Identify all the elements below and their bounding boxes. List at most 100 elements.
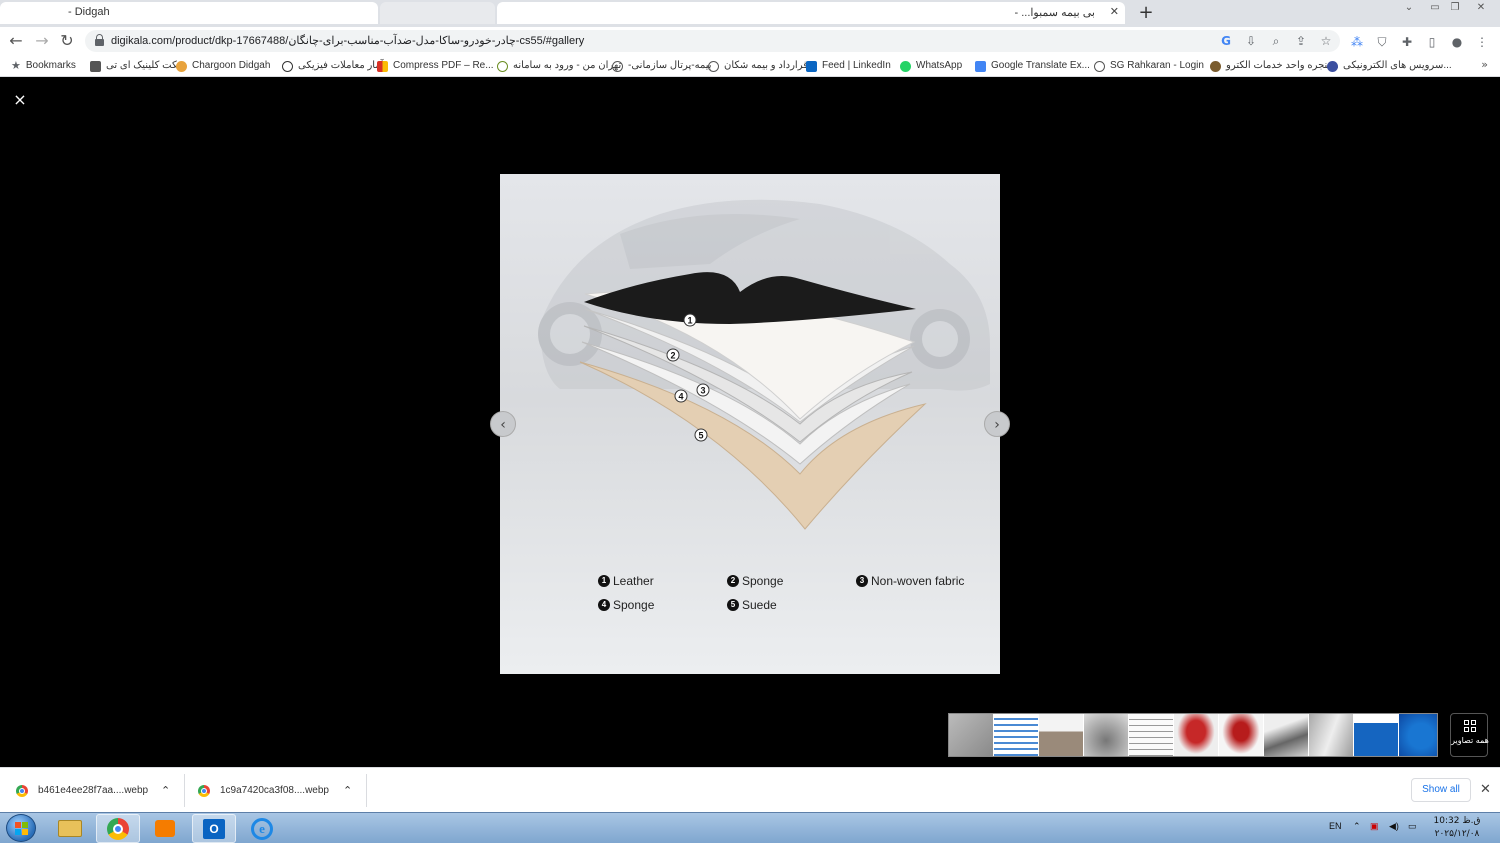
divider bbox=[184, 774, 185, 807]
bookmark-item[interactable]: آمار معاملات فیزیکی bbox=[282, 58, 384, 74]
back-button[interactable]: ← bbox=[6, 31, 26, 51]
thumbnail[interactable] bbox=[1309, 714, 1353, 756]
thumbnail[interactable] bbox=[1354, 714, 1398, 756]
system-clock[interactable]: 10:32 ق.ظ ۲۰۲۵/۱۲/۰۸ bbox=[1428, 815, 1486, 841]
address-bar[interactable]: digikala.com/product/dkp-17667488/چادر-خ… bbox=[85, 30, 1340, 52]
layer-marker-4: 4 bbox=[678, 392, 683, 402]
display-icon[interactable]: ▭ bbox=[1408, 821, 1417, 832]
outlook-icon: O bbox=[203, 819, 225, 839]
share-icon[interactable]: ⇪ bbox=[1293, 33, 1309, 49]
grid-icon bbox=[1464, 720, 1476, 732]
volume-icon[interactable]: ◀) bbox=[1389, 821, 1399, 832]
gallery-next-button[interactable]: › bbox=[984, 411, 1010, 437]
tab-active[interactable]: - ...بی بیمه سمبوا ✕ bbox=[497, 2, 1125, 24]
bookmarks-bar: ★ Bookmarks تیکت کلینیک ای تی Chargoon Di… bbox=[0, 55, 1500, 77]
network-icon[interactable]: ▣ bbox=[1370, 821, 1379, 832]
circle-icon bbox=[282, 60, 293, 72]
bookmark-item[interactable]: Compress PDF – Re... bbox=[377, 58, 494, 74]
install-icon[interactable]: ⇩ bbox=[1243, 33, 1259, 49]
google-lens-icon[interactable]: G bbox=[1218, 33, 1234, 49]
bookmark-item[interactable]: پنجره واحد خدمات الکترو... bbox=[1210, 58, 1339, 74]
download-item[interactable]: 1c9a7420ca3f08....webp ⌃ bbox=[198, 768, 358, 813]
taskbar-internet-explorer[interactable]: e bbox=[240, 814, 284, 843]
internet-explorer-icon: e bbox=[251, 818, 273, 840]
tray-expand-icon[interactable]: ⌃ bbox=[1353, 821, 1361, 832]
language-indicator[interactable]: EN bbox=[1329, 821, 1342, 831]
thumbnail[interactable] bbox=[1174, 714, 1218, 756]
download-item[interactable]: b461e4ee28f7aa....webp ⌃ bbox=[16, 768, 176, 813]
lock-icon[interactable] bbox=[95, 34, 104, 46]
bookmark-item[interactable]: تیکت کلینیک ای تی bbox=[90, 58, 183, 74]
tab-strip: - Didgah - ...بی بیمه سمبوا ✕ + ⌄ ▭ ❐ ✕ bbox=[0, 0, 1500, 27]
taskbar-outlook[interactable]: O bbox=[192, 814, 236, 843]
taskbar-media-player[interactable] bbox=[144, 814, 188, 843]
bookmark-item[interactable]: -بیمه-پرتال سازمانی bbox=[612, 58, 712, 74]
profile-avatar-icon[interactable]: ● bbox=[1449, 34, 1465, 50]
thumbnail[interactable] bbox=[1399, 714, 1437, 756]
tab-didgah[interactable]: - Didgah bbox=[0, 2, 378, 24]
thumbnail[interactable] bbox=[949, 714, 993, 756]
chevron-up-icon[interactable]: ⌃ bbox=[161, 784, 170, 797]
gallery-prev-button[interactable]: ‹ bbox=[490, 411, 516, 437]
tab-2[interactable] bbox=[380, 2, 495, 24]
forward-button[interactable]: → bbox=[32, 31, 52, 51]
taskbar-explorer[interactable] bbox=[48, 814, 92, 843]
shield-extension-icon[interactable]: ⛉ bbox=[1374, 34, 1390, 50]
legend-item: 1 Leather bbox=[598, 574, 654, 588]
gear-icon bbox=[497, 60, 508, 72]
bookmark-item[interactable]: سرویس های الکترونیکی... bbox=[1327, 58, 1452, 74]
windows-taskbar: O e EN ⌃ ▣ ◀) ▭ 10:32 ق.ظ ۲۰۲۵/۱۲/۰۸ bbox=[0, 812, 1500, 843]
chevron-up-icon[interactable]: ⌃ bbox=[343, 784, 352, 797]
minimize-icon[interactable]: ▭ bbox=[1424, 1, 1446, 15]
thumbnail[interactable] bbox=[994, 714, 1038, 756]
show-all-button[interactable]: Show all bbox=[1411, 778, 1471, 802]
menu-kebab-icon[interactable]: ⋮ bbox=[1474, 34, 1490, 50]
side-panel-icon[interactable]: ▯ bbox=[1424, 34, 1440, 50]
all-images-button[interactable]: همه تصاویر bbox=[1450, 713, 1489, 757]
thumbnail[interactable] bbox=[1129, 714, 1173, 756]
star-icon: ★ bbox=[11, 60, 21, 72]
legend-item: 2 Sponge bbox=[727, 574, 783, 588]
taskbar-chrome[interactable] bbox=[96, 814, 140, 843]
bookmark-item[interactable]: تهران من - ورود به سامانه bbox=[497, 58, 621, 74]
bookmark-item[interactable]: ★ Bookmarks bbox=[11, 58, 76, 74]
browser-toolbar: ← → ↻ digikala.com/product/dkp-17667488/… bbox=[0, 27, 1500, 55]
thumbnail[interactable] bbox=[1219, 714, 1263, 756]
bookmark-star-icon[interactable]: ☆ bbox=[1318, 33, 1334, 49]
reload-button[interactable]: ↻ bbox=[57, 31, 77, 51]
legend-item: 4 Sponge bbox=[598, 598, 654, 612]
restore-icon[interactable]: ❐ bbox=[1444, 1, 1466, 15]
gallery-close-icon[interactable]: × bbox=[12, 92, 28, 108]
globe-icon bbox=[612, 60, 623, 72]
extensions-puzzle-icon[interactable]: ✚ bbox=[1399, 34, 1415, 50]
tab-close-icon[interactable]: ✕ bbox=[1110, 5, 1119, 18]
windows-logo-icon bbox=[15, 822, 28, 835]
start-button[interactable] bbox=[6, 814, 36, 842]
emblem-icon bbox=[1327, 60, 1338, 72]
bookmark-item[interactable]: Google Translate Ex... bbox=[975, 58, 1090, 74]
layer-marker-3: 3 bbox=[700, 386, 705, 396]
downloads-bar: b461e4ee28f7aa....webp ⌃ 1c9a7420ca3f08.… bbox=[0, 767, 1500, 812]
legend-item: 5 Suede bbox=[727, 598, 777, 612]
folder-icon bbox=[58, 820, 82, 837]
downloads-close-icon[interactable]: ✕ bbox=[1480, 782, 1491, 797]
thumbnail[interactable] bbox=[1039, 714, 1083, 756]
thumbnail[interactable] bbox=[1084, 714, 1128, 756]
thumbnail[interactable] bbox=[1264, 714, 1308, 756]
layer-marker-2: 2 bbox=[670, 351, 675, 361]
layer-marker-5: 5 bbox=[698, 431, 703, 441]
window-close-icon[interactable]: ✕ bbox=[1470, 1, 1492, 15]
chargoon-icon bbox=[176, 60, 187, 72]
zoom-icon[interactable]: ⌕ bbox=[1268, 33, 1284, 49]
product-image: 1 2 3 4 5 1 Leather 2 Sponge 3 Non-woven fa… bbox=[500, 174, 1000, 674]
new-tab-button[interactable]: + bbox=[1137, 2, 1155, 24]
bookmark-item[interactable]: WhatsApp bbox=[900, 58, 962, 74]
bookmarks-overflow-chevron-icon[interactable]: » bbox=[1481, 58, 1488, 71]
bookmark-item[interactable]: Chargoon Didgah bbox=[176, 58, 270, 74]
translate-extension-icon[interactable]: ⁂ bbox=[1349, 34, 1365, 50]
url-text[interactable]: digikala.com/product/dkp-17667488/چادر-خ… bbox=[111, 34, 584, 47]
tab-search-chevron-icon[interactable]: ⌄ bbox=[1398, 1, 1420, 15]
bookmark-item[interactable]: Feed | LinkedIn bbox=[806, 58, 891, 74]
bookmark-item[interactable]: SG Rahkaran - Login bbox=[1094, 58, 1204, 74]
bookmark-item[interactable]: قرارداد و بیمه شکان bbox=[708, 58, 808, 74]
